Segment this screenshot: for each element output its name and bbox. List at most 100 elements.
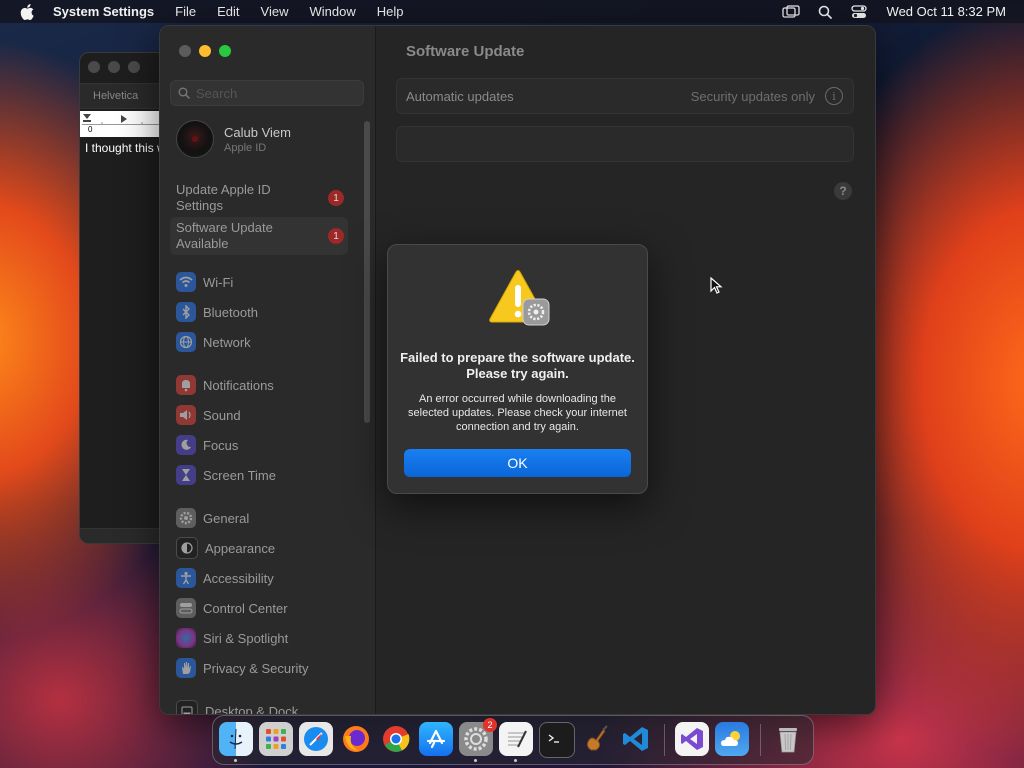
menu-app-name[interactable]: System Settings — [53, 4, 154, 19]
document-text: I thought this w — [85, 141, 166, 155]
app-store-icon[interactable] — [419, 722, 453, 756]
sidebar-item-notifications[interactable]: Notifications — [176, 374, 274, 396]
automatic-updates-label: Automatic updates — [406, 89, 514, 104]
accessibility-icon — [176, 568, 196, 588]
sidebar-item-appearance[interactable]: Appearance — [176, 537, 275, 559]
weather-icon[interactable] — [715, 722, 749, 756]
search-icon — [178, 87, 190, 99]
firefox-icon[interactable] — [339, 722, 373, 756]
help-button[interactable]: ? — [834, 182, 852, 200]
mouse-cursor-icon — [710, 276, 724, 300]
sidebar-item-software-update-available[interactable]: Software Update Available 1 — [170, 217, 348, 255]
notification-badge: 1 — [328, 228, 344, 244]
hand-icon — [176, 658, 196, 678]
spotlight-search-icon[interactable] — [815, 4, 835, 20]
warning-icon — [487, 269, 551, 329]
menu-file[interactable]: File — [175, 4, 196, 19]
sidebar-item-general[interactable]: General — [176, 507, 249, 529]
textedit-zoom-button[interactable] — [128, 61, 140, 73]
window-close-button[interactable] — [179, 45, 191, 57]
apple-id-account[interactable]: Calub Viem Apple ID — [176, 120, 291, 158]
ruler-zero-label: 0 — [88, 125, 93, 134]
bell-icon — [176, 375, 196, 395]
control-center-icon — [176, 598, 196, 618]
siri-icon — [176, 628, 196, 648]
system-settings-icon[interactable]: 2 — [459, 718, 497, 762]
menu-help[interactable]: Help — [377, 4, 404, 19]
sidebar-item-label: Accessibility — [203, 570, 274, 586]
dock: 2 — [212, 715, 814, 765]
sidebar-item-label: Control Center — [203, 600, 288, 616]
notice-label: Update Apple ID Settings — [176, 182, 271, 213]
sidebar-item-network[interactable]: Network — [176, 331, 251, 353]
info-icon[interactable]: i — [825, 87, 843, 105]
trash-icon[interactable] — [771, 722, 805, 756]
error-alert-dialog: Failed to prepare the software update. P… — [387, 244, 648, 494]
gear-icon — [176, 508, 196, 528]
sidebar-scrollbar[interactable] — [364, 121, 370, 423]
notification-badge: 1 — [328, 190, 344, 206]
search-input[interactable] — [194, 84, 348, 102]
textedit-icon[interactable] — [499, 722, 533, 762]
sidebar-item-label: Appearance — [205, 540, 276, 556]
textedit-minimize-button[interactable] — [108, 61, 120, 73]
vscode-icon[interactable] — [619, 722, 653, 756]
sidebar-item-desktop-dock[interactable]: Desktop & Dock — [176, 700, 298, 714]
visual-studio-icon[interactable] — [675, 722, 709, 756]
menu-bar: System Settings File Edit View Window He… — [0, 0, 1024, 23]
wifi-icon — [176, 272, 196, 292]
menu-view[interactable]: View — [261, 4, 289, 19]
terminal-icon[interactable] — [539, 722, 575, 758]
bluetooth-icon — [176, 302, 196, 322]
textedit-ruler[interactable]: 0 — [80, 111, 170, 137]
window-zoom-button[interactable] — [219, 45, 231, 57]
font-name-label: Helvetica — [93, 90, 139, 102]
chrome-icon[interactable] — [379, 722, 413, 756]
alert-title: Failed to prepare the software update. P… — [400, 350, 635, 381]
moon-icon — [176, 435, 196, 455]
speaker-icon — [176, 405, 196, 425]
finder-icon[interactable] — [219, 722, 253, 762]
sidebar-item-sound[interactable]: Sound — [176, 404, 241, 426]
screen-mirroring-icon[interactable] — [781, 4, 801, 20]
sidebar-item-privacy-security[interactable]: Privacy & Security — [176, 657, 308, 679]
menu-bar-clock[interactable]: Wed Oct 11 8:32 PM — [887, 4, 1006, 19]
menu-edit[interactable]: Edit — [217, 4, 239, 19]
sidebar-item-control-center[interactable]: Control Center — [176, 597, 288, 619]
sidebar-item-focus[interactable]: Focus — [176, 434, 238, 456]
menu-window[interactable]: Window — [309, 4, 355, 19]
update-status-row — [396, 126, 854, 162]
sidebar-item-bluetooth[interactable]: Bluetooth — [176, 301, 258, 323]
sidebar-item-label: Wi-Fi — [203, 274, 234, 290]
notice-label: Software Update Available — [176, 220, 273, 251]
launchpad-icon[interactable] — [259, 722, 293, 756]
textedit-document[interactable]: I thought this w — [80, 137, 170, 529]
page-title: Software Update — [406, 43, 525, 60]
textedit-font-bar[interactable]: Helvetica — [80, 83, 170, 109]
instruments-icon[interactable] — [579, 722, 613, 756]
account-subtitle: Apple ID — [224, 141, 267, 154]
textedit-status-bar — [80, 528, 170, 543]
apple-menu-icon[interactable] — [18, 3, 36, 20]
alert-message: An error occurred while downloading the … — [408, 393, 627, 433]
ok-button[interactable]: OK — [404, 449, 631, 477]
sidebar-item-screen-time[interactable]: Screen Time — [176, 464, 276, 486]
sidebar-item-label: Notifications — [203, 377, 274, 393]
sidebar-item-accessibility[interactable]: Accessibility — [176, 567, 274, 589]
control-center-icon[interactable] — [849, 4, 869, 20]
textedit-close-button[interactable] — [88, 61, 100, 73]
dock-separator — [760, 724, 761, 756]
account-name: Calub Viem — [224, 124, 291, 140]
automatic-updates-row[interactable]: Automatic updates Security updates only … — [396, 78, 854, 114]
safari-icon[interactable] — [299, 722, 333, 756]
sidebar-item-label: Screen Time — [203, 467, 276, 483]
sidebar-item-siri-spotlight[interactable]: Siri & Spotlight — [176, 627, 288, 649]
sidebar-item-wifi[interactable]: Wi-Fi — [176, 271, 233, 293]
desktop-icon — [176, 700, 198, 714]
sidebar-search[interactable] — [170, 80, 364, 106]
sidebar-item-label: General — [203, 510, 250, 526]
window-minimize-button[interactable] — [199, 45, 211, 57]
sidebar-item-update-apple-id[interactable]: Update Apple ID Settings 1 — [170, 179, 348, 217]
sidebar-item-label: Privacy & Security — [203, 660, 309, 676]
appearance-icon — [176, 537, 198, 559]
